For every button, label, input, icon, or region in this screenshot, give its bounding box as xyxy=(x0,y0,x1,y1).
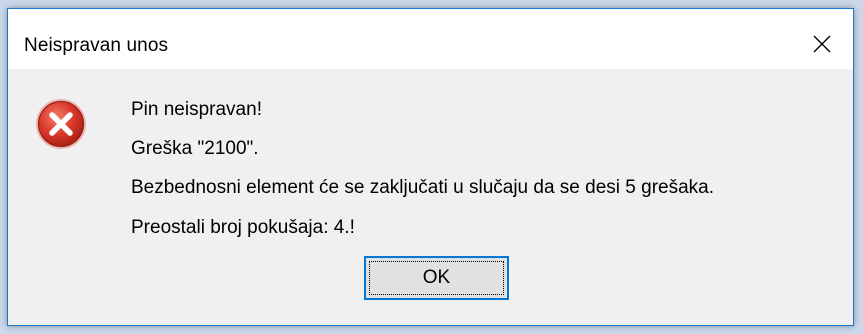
ok-button[interactable]: OK xyxy=(364,256,509,300)
message-line-4: Preostali broj pokušaja: 4.! xyxy=(131,217,355,238)
dialog-footer: OK xyxy=(8,249,853,325)
dialog-content: Pin neispravan! Greška "2100". Bezbednos… xyxy=(8,69,853,249)
title-bar[interactable]: Neispravan unos xyxy=(8,9,853,69)
close-icon xyxy=(813,35,831,53)
message-line-1: Pin neispravan! xyxy=(131,99,262,120)
close-button[interactable] xyxy=(791,9,853,69)
ok-button-label: OK xyxy=(422,267,451,288)
error-icon xyxy=(36,99,86,149)
error-dialog: Neispravan unos Pin neispravan! Greška "… xyxy=(7,8,854,326)
message-line-3: Bezbednosni element će se zaključati u s… xyxy=(131,177,715,198)
message-line-2: Greška "2100". xyxy=(131,138,259,159)
dialog-title: Neispravan unos xyxy=(24,35,169,56)
